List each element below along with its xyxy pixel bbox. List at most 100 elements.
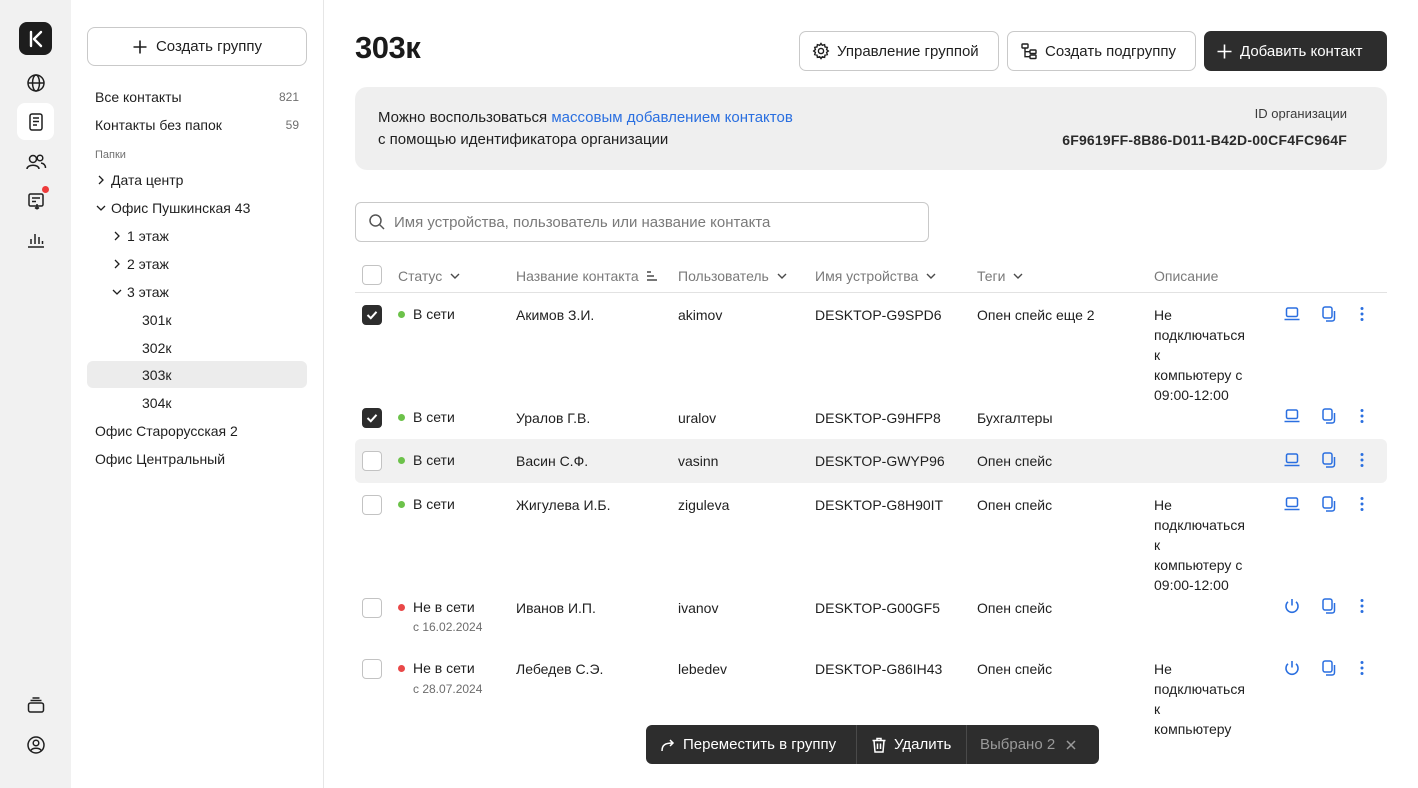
device-name: DESKTOP-G9SPD6: [815, 307, 942, 323]
move-to-group-button[interactable]: Переместить в группу: [646, 725, 857, 764]
users-icon: [25, 153, 46, 169]
remote-desktop-icon[interactable]: [1283, 451, 1301, 469]
close-icon[interactable]: [1065, 739, 1077, 751]
more-vertical-icon[interactable]: [1353, 407, 1371, 425]
description: Не подключаться к компьютеру с 09:00-12:…: [1154, 305, 1254, 405]
status-label: В сети: [413, 306, 455, 322]
contact-name[interactable]: Иванов И.П.: [516, 598, 596, 618]
column-header-status[interactable]: Статус: [398, 267, 462, 284]
create-group-button[interactable]: Создать группу: [87, 27, 307, 66]
user-name: lebedev: [678, 661, 728, 677]
more-vertical-icon[interactable]: [1353, 451, 1371, 469]
more-vertical-icon[interactable]: [1353, 305, 1371, 323]
rail-stack[interactable]: [17, 686, 54, 723]
contact-name[interactable]: Акимов З.И.: [516, 305, 594, 325]
description-line: 09:00-12:00: [1154, 387, 1229, 403]
bulk-add-info-panel: Можно воспользоваться массовым добавлени…: [355, 87, 1387, 170]
add-contact-button[interactable]: Добавить контакт: [1204, 31, 1387, 71]
rail-stats[interactable]: [17, 221, 54, 258]
column-header-user[interactable]: Пользователь: [678, 267, 789, 284]
tree-item-label: Дата центр: [111, 171, 184, 188]
chevron-down-icon: [926, 273, 936, 279]
copy-icon[interactable]: [1319, 495, 1337, 513]
tree-item-label: 1 этаж: [127, 227, 169, 244]
tree-item-label: 303к: [142, 366, 172, 383]
tree-item-304k[interactable]: 304к: [87, 389, 307, 416]
copy-icon[interactable]: [1319, 597, 1337, 615]
more-vertical-icon[interactable]: [1353, 597, 1371, 615]
chevron-right-icon[interactable]: [111, 230, 123, 242]
more-vertical-icon[interactable]: [1353, 659, 1371, 677]
contact-name[interactable]: Васин С.Ф.: [516, 451, 588, 471]
delete-button[interactable]: Удалить: [857, 725, 967, 764]
remote-desktop-icon[interactable]: [1283, 495, 1301, 513]
row-checkbox[interactable]: [362, 495, 382, 515]
user-name: akimov: [678, 307, 723, 323]
chevron-down-icon[interactable]: [95, 202, 107, 214]
app-logo[interactable]: [19, 22, 52, 55]
copy-icon[interactable]: [1319, 659, 1337, 677]
tree-item-central[interactable]: Офис Центральный: [87, 445, 307, 472]
rail-globe[interactable]: [17, 64, 54, 101]
remote-desktop-icon[interactable]: [1283, 305, 1301, 323]
bulk-add-link[interactable]: массовым добавлением контактов: [551, 109, 792, 126]
tree-item-floor-1[interactable]: 1 этаж: [87, 222, 307, 249]
select-all-checkbox[interactable]: [362, 265, 382, 285]
column-header-device[interactable]: Имя устройства: [815, 267, 938, 284]
sidebar-item-all-contacts[interactable]: Все контакты 821: [87, 83, 307, 110]
tree-item-302k[interactable]: 302к: [87, 334, 307, 361]
status-dot: [398, 413, 405, 421]
row-checkbox[interactable]: [362, 659, 382, 679]
offline-since: с 28.07.2024: [413, 682, 483, 696]
column-header-tags[interactable]: Теги: [977, 267, 1025, 284]
device-name: DESKTOP-GWYP96: [815, 453, 945, 469]
row-checkbox[interactable]: [362, 451, 382, 471]
tags: Опен спейс еще 2: [977, 307, 1095, 323]
power-icon[interactable]: [1283, 659, 1301, 677]
copy-icon[interactable]: [1319, 305, 1337, 323]
manage-group-button[interactable]: Управление группой: [799, 31, 999, 71]
contact-name[interactable]: Лебедев С.Э.: [516, 659, 603, 679]
copy-icon[interactable]: [1319, 451, 1337, 469]
org-id-value[interactable]: 6F9619FF-8B86-D011-B42D-00CF4FC964F: [1062, 132, 1347, 148]
column-header-name[interactable]: Название контакта: [516, 267, 659, 284]
sidebar-item-no-folder[interactable]: Контакты без папок 59: [87, 111, 307, 138]
rail-tasks[interactable]: [17, 182, 54, 219]
tree-item-pushkinskaya[interactable]: Офис Пушкинская 43: [87, 194, 307, 221]
search-box[interactable]: [355, 202, 929, 242]
description: Не подключаться к компьютеру с 09:00-12:…: [1154, 495, 1254, 595]
contact-name[interactable]: Жигулева И.Б.: [516, 495, 611, 515]
tree-item-303k[interactable]: 303к: [87, 361, 307, 388]
row-checkbox[interactable]: [362, 408, 382, 428]
tree-item-floor-2[interactable]: 2 этаж: [87, 250, 307, 277]
selected-count: Выбрано 2: [967, 725, 1090, 764]
sidebar-item-label: Контакты без папок: [95, 116, 222, 133]
org-id-label: ID организации: [1254, 106, 1347, 121]
chevron-down-icon[interactable]: [111, 286, 123, 298]
more-vertical-icon[interactable]: [1353, 495, 1371, 513]
rail-contacts[interactable]: [17, 103, 54, 140]
tags: Опен спейс: [977, 453, 1053, 469]
rail-users[interactable]: [17, 143, 54, 180]
tree-item-starorusskaya[interactable]: Офис Старорусская 2: [87, 417, 307, 444]
tree-item-label: Офис Пушкинская 43: [111, 199, 251, 216]
rail-profile[interactable]: [17, 726, 54, 763]
tree-item-data-center[interactable]: Дата центр: [87, 166, 307, 193]
copy-icon[interactable]: [1319, 407, 1337, 425]
row-checkbox[interactable]: [362, 598, 382, 618]
tree-item-301k[interactable]: 301к: [87, 306, 307, 333]
row-checkbox[interactable]: [362, 305, 382, 325]
tree-item-label: 3 этаж: [127, 283, 169, 300]
chevron-right-icon[interactable]: [111, 258, 123, 270]
chevron-right-icon[interactable]: [95, 174, 107, 186]
create-group-label: Создать группу: [155, 38, 263, 55]
contacts-book-icon: [28, 112, 43, 131]
create-subgroup-button[interactable]: Создать подгруппу: [1007, 31, 1196, 71]
contact-name[interactable]: Уралов Г.В.: [516, 408, 590, 428]
power-icon[interactable]: [1283, 597, 1301, 615]
tree-item-floor-3[interactable]: 3 этаж: [87, 278, 307, 305]
remote-desktop-icon[interactable]: [1283, 407, 1301, 425]
search-input[interactable]: [394, 213, 914, 231]
device-name: DESKTOP-G00GF5: [815, 600, 941, 616]
chevron-down-icon: [1013, 273, 1023, 279]
